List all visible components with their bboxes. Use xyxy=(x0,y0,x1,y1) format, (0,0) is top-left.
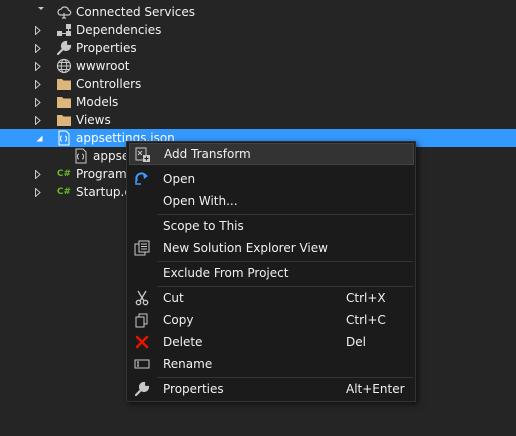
folder-icon xyxy=(56,76,72,92)
menu-item-label: Exclude From Project xyxy=(163,266,289,280)
csharp-file-icon: C# xyxy=(56,187,72,197)
tree-item-label: Properties xyxy=(76,41,137,55)
delete-icon xyxy=(134,334,150,350)
menu-item-copy[interactable]: Copy Ctrl+C xyxy=(129,309,414,331)
globe-icon xyxy=(56,58,72,74)
menu-item-label: Scope to This xyxy=(163,219,244,233)
menu-item-label: Rename xyxy=(163,357,213,371)
dependencies-icon xyxy=(56,22,72,38)
expand-arrow-icon[interactable] xyxy=(33,111,43,129)
menu-item-label: Add Transform xyxy=(164,147,251,161)
menu-item-exclude-from-project[interactable]: Exclude From Project xyxy=(129,262,414,284)
menu-item-label: New Solution Explorer View xyxy=(163,241,328,255)
csharp-file-icon: C# xyxy=(56,169,72,179)
json-file-icon xyxy=(56,130,72,146)
menu-item-shortcut: Alt+Enter xyxy=(346,382,405,396)
connected-services-icon xyxy=(56,4,72,20)
menu-item-shortcut: Del xyxy=(346,335,366,349)
expand-arrow-icon[interactable] xyxy=(33,57,43,75)
new-view-icon xyxy=(134,240,150,256)
tree-item-label: appse xyxy=(93,149,130,163)
menu-item-add-transform[interactable]: Add Transform xyxy=(129,143,414,165)
expand-arrow-icon[interactable] xyxy=(33,21,43,39)
expand-arrow-icon[interactable] xyxy=(33,183,43,201)
tree-item-label: wwwroot xyxy=(76,59,130,73)
json-file-icon xyxy=(73,148,89,164)
folder-icon xyxy=(56,112,72,128)
tree-item-label: Controllers xyxy=(76,77,142,91)
copy-icon xyxy=(134,312,150,328)
expand-arrow-icon[interactable] xyxy=(33,165,43,183)
tree-item-label: Program. xyxy=(76,167,131,181)
open-icon xyxy=(134,171,150,187)
tree-item-properties[interactable]: Properties xyxy=(0,39,516,57)
menu-item-rename[interactable]: Rename xyxy=(129,353,414,375)
tree-item-label: Views xyxy=(76,113,111,127)
rename-icon xyxy=(134,356,150,372)
expand-arrow-icon[interactable] xyxy=(33,93,43,111)
menu-item-label: Open With... xyxy=(163,194,238,208)
tree-item-controllers[interactable]: Controllers xyxy=(0,75,516,93)
wrench-icon xyxy=(56,40,72,56)
context-menu: Add Transform Open Open With... Scope to… xyxy=(126,141,416,402)
tree-item-label: Dependencies xyxy=(76,23,162,37)
menu-item-label: Copy xyxy=(163,313,194,327)
menu-item-label: Open xyxy=(163,172,196,186)
collapse-arrow-icon[interactable] xyxy=(34,129,44,147)
folder-icon xyxy=(56,94,72,110)
cut-icon xyxy=(134,290,150,306)
menu-item-cut[interactable]: Cut Ctrl+X xyxy=(129,287,414,309)
add-transform-icon xyxy=(135,147,151,163)
menu-item-scope-to-this[interactable]: Scope to This xyxy=(129,215,414,237)
menu-item-delete[interactable]: Delete Del xyxy=(129,331,414,353)
menu-item-shortcut: Ctrl+X xyxy=(346,291,386,305)
tree-item-label: Connected Services xyxy=(76,5,196,19)
tree-item-connected-services[interactable]: Connected Services xyxy=(0,3,516,21)
wrench-icon xyxy=(134,381,150,397)
expand-arrow-icon[interactable] xyxy=(33,75,43,93)
tree-item-label: Models xyxy=(76,95,119,109)
tree-item-dependencies[interactable]: Dependencies xyxy=(0,21,516,39)
menu-item-properties[interactable]: Properties Alt+Enter xyxy=(129,378,414,400)
menu-item-label: Delete xyxy=(163,335,203,349)
menu-item-shortcut: Ctrl+C xyxy=(346,313,386,327)
menu-item-label: Properties xyxy=(163,382,224,396)
menu-item-new-solution-explorer-view[interactable]: New Solution Explorer View xyxy=(129,237,414,259)
menu-item-open-with[interactable]: Open With... xyxy=(129,190,414,212)
expand-arrow-icon[interactable] xyxy=(33,39,43,57)
menu-item-open[interactable]: Open xyxy=(129,168,414,190)
menu-item-label: Cut xyxy=(163,291,184,305)
tree-item-wwwroot[interactable]: wwwroot xyxy=(0,57,516,75)
tree-item-models[interactable]: Models xyxy=(0,93,516,111)
tree-item-views[interactable]: Views xyxy=(0,111,516,129)
